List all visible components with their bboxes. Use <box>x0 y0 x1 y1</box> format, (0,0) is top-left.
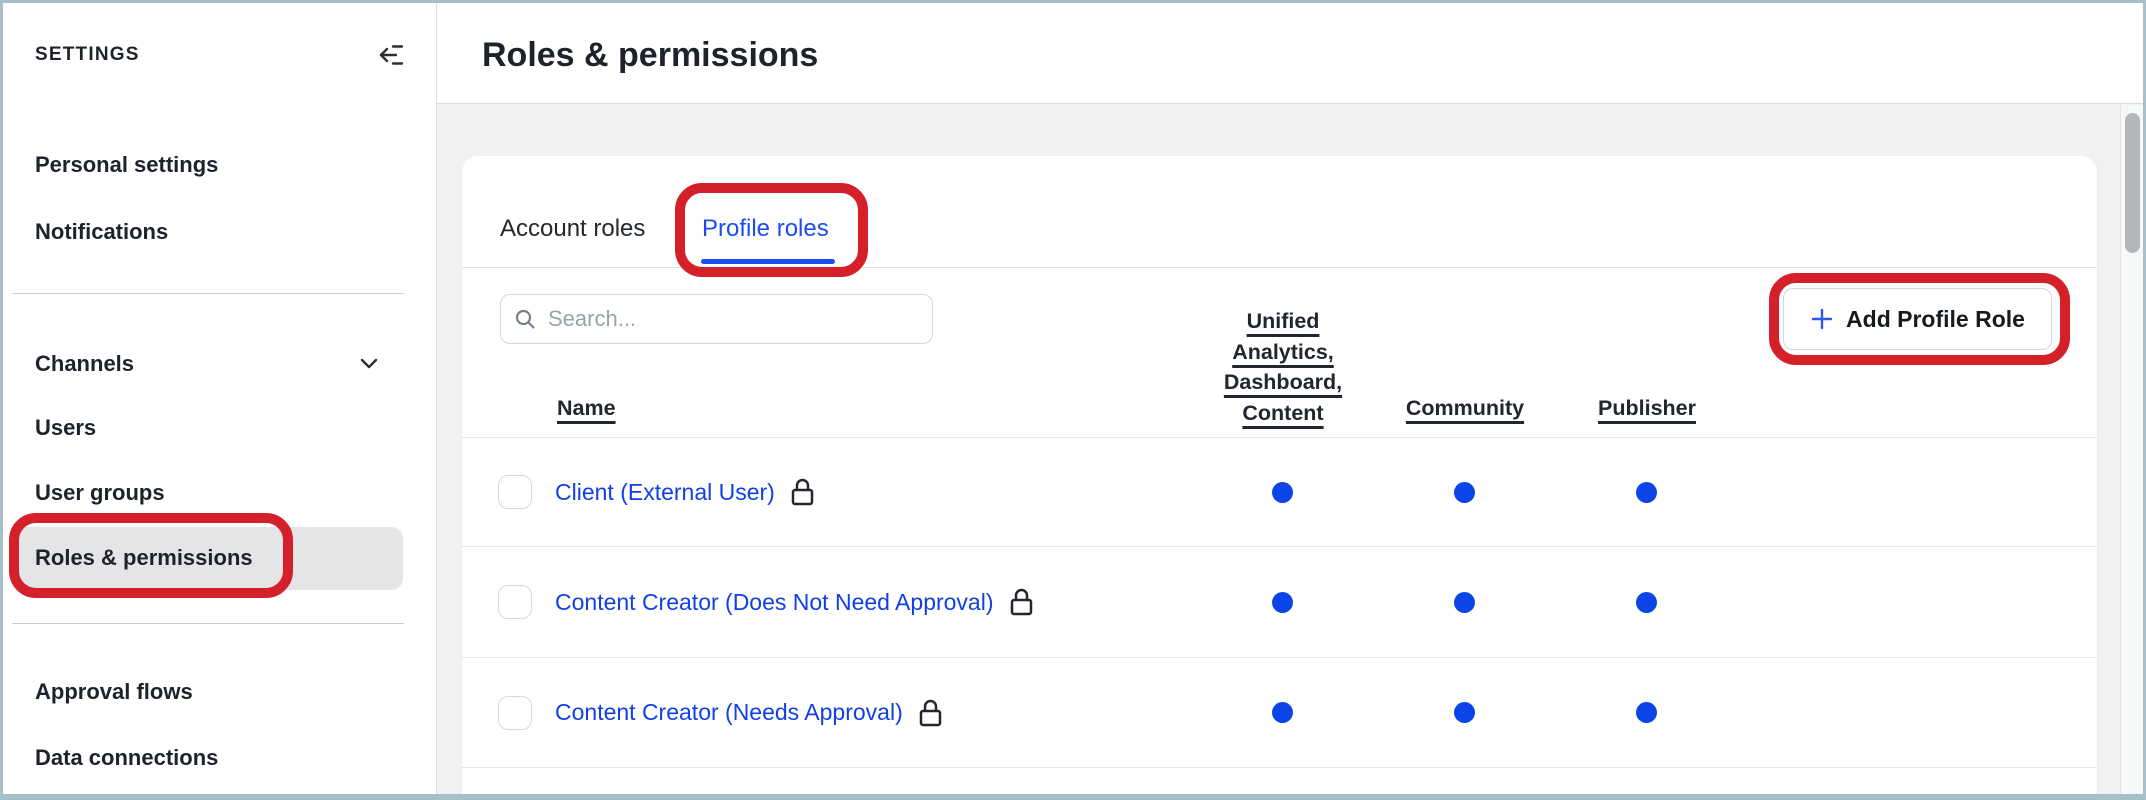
table-row: Content Creator (Needs Approval) <box>462 658 2097 768</box>
column-header-unified-analytics: Unified Analytics, Dashboard, Content <box>1198 306 1368 428</box>
search-input[interactable] <box>546 305 919 333</box>
permission-dot-unified <box>1272 482 1293 503</box>
row-checkbox[interactable] <box>498 475 532 509</box>
permission-dot-community <box>1454 592 1475 613</box>
add-profile-role-label: Add Profile Role <box>1846 306 2025 333</box>
sidebar-item-roles-permissions[interactable]: Roles & permissions <box>35 545 253 571</box>
plus-icon <box>1810 307 1834 331</box>
row-checkbox[interactable] <box>498 585 532 619</box>
permission-dot-publisher <box>1636 592 1657 613</box>
settings-sidebar: SETTINGS Personal settings Notifications… <box>0 0 437 800</box>
tabs-bottom-border <box>462 267 2097 268</box>
page-title: Roles & permissions <box>482 36 818 75</box>
permission-dot-community <box>1454 482 1475 503</box>
column-header-community: Community <box>1380 396 1550 421</box>
column-header-publisher: Publisher <box>1562 396 1732 421</box>
table-row-partial <box>462 768 2097 794</box>
tab-profile-roles[interactable]: Profile roles <box>702 215 829 243</box>
column-header-line: Dashboard, <box>1198 367 1368 398</box>
active-tab-indicator <box>701 259 835 264</box>
table-row: Content Creator (Does Not Need Approval) <box>462 547 2097 658</box>
sidebar-divider <box>12 623 404 624</box>
permission-dot-publisher <box>1636 482 1657 503</box>
add-profile-role-button[interactable]: Add Profile Role <box>1783 288 2052 350</box>
sidebar-item-personal-settings[interactable]: Personal settings <box>35 152 218 178</box>
role-link[interactable]: Client (External User) <box>555 479 775 506</box>
role-link[interactable]: Content Creator (Needs Approval) <box>555 699 903 726</box>
sidebar-divider <box>12 293 404 294</box>
collapse-sidebar-icon[interactable] <box>376 40 406 70</box>
scrollbar-thumb[interactable] <box>2125 113 2140 253</box>
sidebar-item-users[interactable]: Users <box>35 415 96 441</box>
roles-permissions-settings-screen: SETTINGS Personal settings Notifications… <box>0 0 2146 800</box>
search-icon <box>514 308 536 330</box>
column-header-name: Name <box>557 396 616 421</box>
sidebar-item-channels[interactable]: Channels <box>35 351 134 377</box>
row-checkbox[interactable] <box>498 696 532 730</box>
permission-dot-unified <box>1272 702 1293 723</box>
scrollbar-track[interactable] <box>2120 105 2146 794</box>
sidebar-title: SETTINGS <box>35 44 140 66</box>
permission-dot-community <box>1454 702 1475 723</box>
tab-account-roles[interactable]: Account roles <box>500 215 645 243</box>
lock-icon <box>789 476 816 508</box>
lock-icon <box>1008 586 1035 618</box>
sidebar-item-approval-flows[interactable]: Approval flows <box>35 679 193 705</box>
role-link[interactable]: Content Creator (Does Not Need Approval) <box>555 589 994 616</box>
column-header-line: Analytics, <box>1198 337 1368 368</box>
column-header-line: Content <box>1198 398 1368 429</box>
permission-dot-publisher <box>1636 702 1657 723</box>
chevron-down-icon[interactable] <box>358 352 380 374</box>
lock-icon <box>917 697 944 729</box>
sidebar-item-user-groups[interactable]: User groups <box>35 480 165 506</box>
sidebar-item-notifications[interactable]: Notifications <box>35 219 168 245</box>
permission-dot-unified <box>1272 592 1293 613</box>
sidebar-item-data-connections[interactable]: Data connections <box>35 745 218 771</box>
table-row: Client (External User) <box>462 438 2097 547</box>
search-box <box>500 294 933 344</box>
column-header-line: Unified <box>1198 306 1368 337</box>
